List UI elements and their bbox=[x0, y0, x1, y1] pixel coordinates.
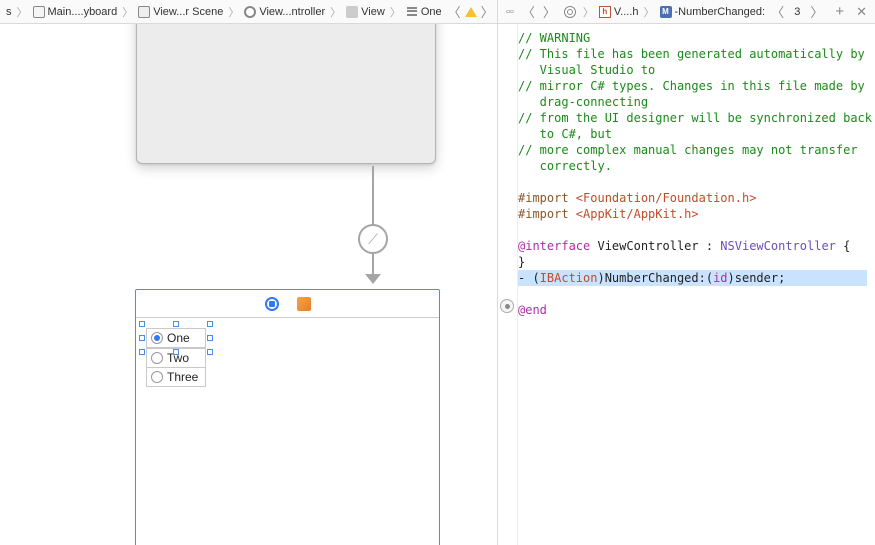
code-import-path: <AppKit/AppKit.h> bbox=[576, 207, 699, 221]
radio-dot-selected-icon bbox=[151, 332, 163, 344]
radio-two[interactable]: Two bbox=[146, 348, 206, 367]
scene-icon bbox=[138, 6, 150, 18]
viewcontroller-icon bbox=[244, 6, 256, 18]
radio-three[interactable]: Three bbox=[146, 367, 206, 387]
nav-back-button[interactable]: 〈 bbox=[444, 2, 465, 21]
header-file-icon: h bbox=[599, 6, 611, 18]
segue-connector-line bbox=[372, 166, 374, 278]
upper-view-window[interactable] bbox=[136, 24, 436, 164]
radio-dot-icon bbox=[151, 371, 163, 383]
code-type: NSViewController bbox=[720, 239, 836, 253]
radio-three-label: Three bbox=[167, 370, 198, 384]
history-forward-button[interactable]: 〉 bbox=[539, 2, 560, 21]
warning-icon[interactable] bbox=[465, 7, 477, 17]
crumb-view[interactable]: View bbox=[344, 6, 387, 18]
code-text: { bbox=[836, 239, 850, 253]
segue-arrow-icon bbox=[365, 274, 381, 284]
crumb-sep: 〉 bbox=[327, 4, 344, 20]
code-comment: correctly. bbox=[518, 159, 612, 173]
code-comment: Visual Studio to bbox=[518, 63, 655, 77]
interface-builder-canvas[interactable]: ⟋ One bbox=[0, 24, 498, 545]
code-import-path: <Foundation/Foundation.h> bbox=[576, 191, 757, 205]
storyboard-icon bbox=[33, 6, 45, 18]
crumb-sep: 〉 bbox=[641, 4, 658, 20]
prev-result-button[interactable]: 〈 bbox=[767, 2, 788, 21]
code-comment: // from the UI designer will be synchron… bbox=[518, 111, 872, 125]
first-responder-icon[interactable] bbox=[297, 297, 311, 311]
radio-two-label: Two bbox=[167, 351, 189, 365]
counterparts-icon[interactable] bbox=[564, 6, 576, 18]
code-gutter[interactable] bbox=[498, 24, 518, 545]
method-icon: M bbox=[660, 6, 672, 18]
crumb-file[interactable]: hV....h bbox=[597, 6, 641, 18]
crumb-sep: 〉 bbox=[580, 4, 597, 20]
crumb-sep: 〉 bbox=[14, 4, 31, 20]
code-comment: drag-connecting bbox=[518, 95, 648, 109]
radio-one-label: One bbox=[167, 331, 190, 345]
viewcontroller-titlebar-icon[interactable] bbox=[265, 297, 279, 311]
lower-view-window[interactable]: One Two Three bbox=[135, 289, 440, 545]
code-text: } bbox=[518, 255, 525, 269]
next-result-button[interactable]: 〉 bbox=[806, 2, 827, 21]
crumb-one[interactable]: One bbox=[404, 6, 444, 18]
code-comment: // mirror C# types. Changes in this file… bbox=[518, 79, 865, 93]
radio-one[interactable]: One bbox=[146, 328, 206, 348]
code-comment: // This file has been generated automati… bbox=[518, 47, 865, 61]
radio-dot-icon bbox=[151, 352, 163, 364]
segue-connector-icon[interactable]: ⟋ bbox=[358, 224, 388, 254]
crumb-root[interactable]: s bbox=[4, 6, 14, 18]
crumb-scene[interactable]: View...r Scene bbox=[136, 6, 225, 18]
code-editor[interactable]: // WARNING // This file has been generat… bbox=[518, 24, 875, 545]
view-icon bbox=[346, 6, 358, 18]
stack-icon bbox=[406, 6, 418, 18]
code-comment: // WARNING bbox=[518, 31, 590, 45]
radio-group[interactable]: One Two Three bbox=[146, 328, 206, 387]
crumb-sep: 〉 bbox=[119, 4, 136, 20]
related-items-icon[interactable]: ▫▫ bbox=[502, 6, 518, 18]
window-titlebar[interactable] bbox=[136, 290, 439, 318]
close-editor-button[interactable]: ✕ bbox=[852, 4, 871, 20]
history-back-button[interactable]: 〈 bbox=[518, 2, 539, 21]
code-import: #import bbox=[518, 207, 576, 221]
add-editor-button[interactable]: + bbox=[831, 3, 848, 20]
code-comment: to C#, but bbox=[518, 127, 612, 141]
breadcrumb-right: ▫▫ 〈 〉 〉 hV....h 〉 M-NumberChanged: 〈 3 … bbox=[498, 0, 875, 23]
code-comment: // more complex manual changes may not t… bbox=[518, 143, 858, 157]
highlighted-line[interactable]: - (IBAction)NumberChanged:(id)sender; bbox=[518, 270, 867, 286]
code-text: ViewController : bbox=[590, 239, 720, 253]
crumb-storyboard[interactable]: Main....yboard bbox=[31, 6, 120, 18]
crumb-viewcontroller[interactable]: View...ntroller bbox=[242, 6, 327, 18]
breadcrumb-left[interactable]: s 〉 Main....yboard 〉 View...r Scene 〉 Vi… bbox=[0, 0, 498, 23]
result-count: 3 bbox=[792, 6, 802, 18]
crumb-sep: 〉 bbox=[225, 4, 242, 20]
code-import: #import bbox=[518, 191, 576, 205]
code-keyword: @end bbox=[518, 303, 547, 317]
nav-forward-button[interactable]: 〉 bbox=[477, 2, 498, 21]
crumb-method[interactable]: M-NumberChanged: bbox=[658, 6, 768, 18]
crumb-sep: 〉 bbox=[387, 4, 404, 20]
code-keyword: @interface bbox=[518, 239, 590, 253]
connection-indicator-icon[interactable] bbox=[500, 299, 514, 313]
